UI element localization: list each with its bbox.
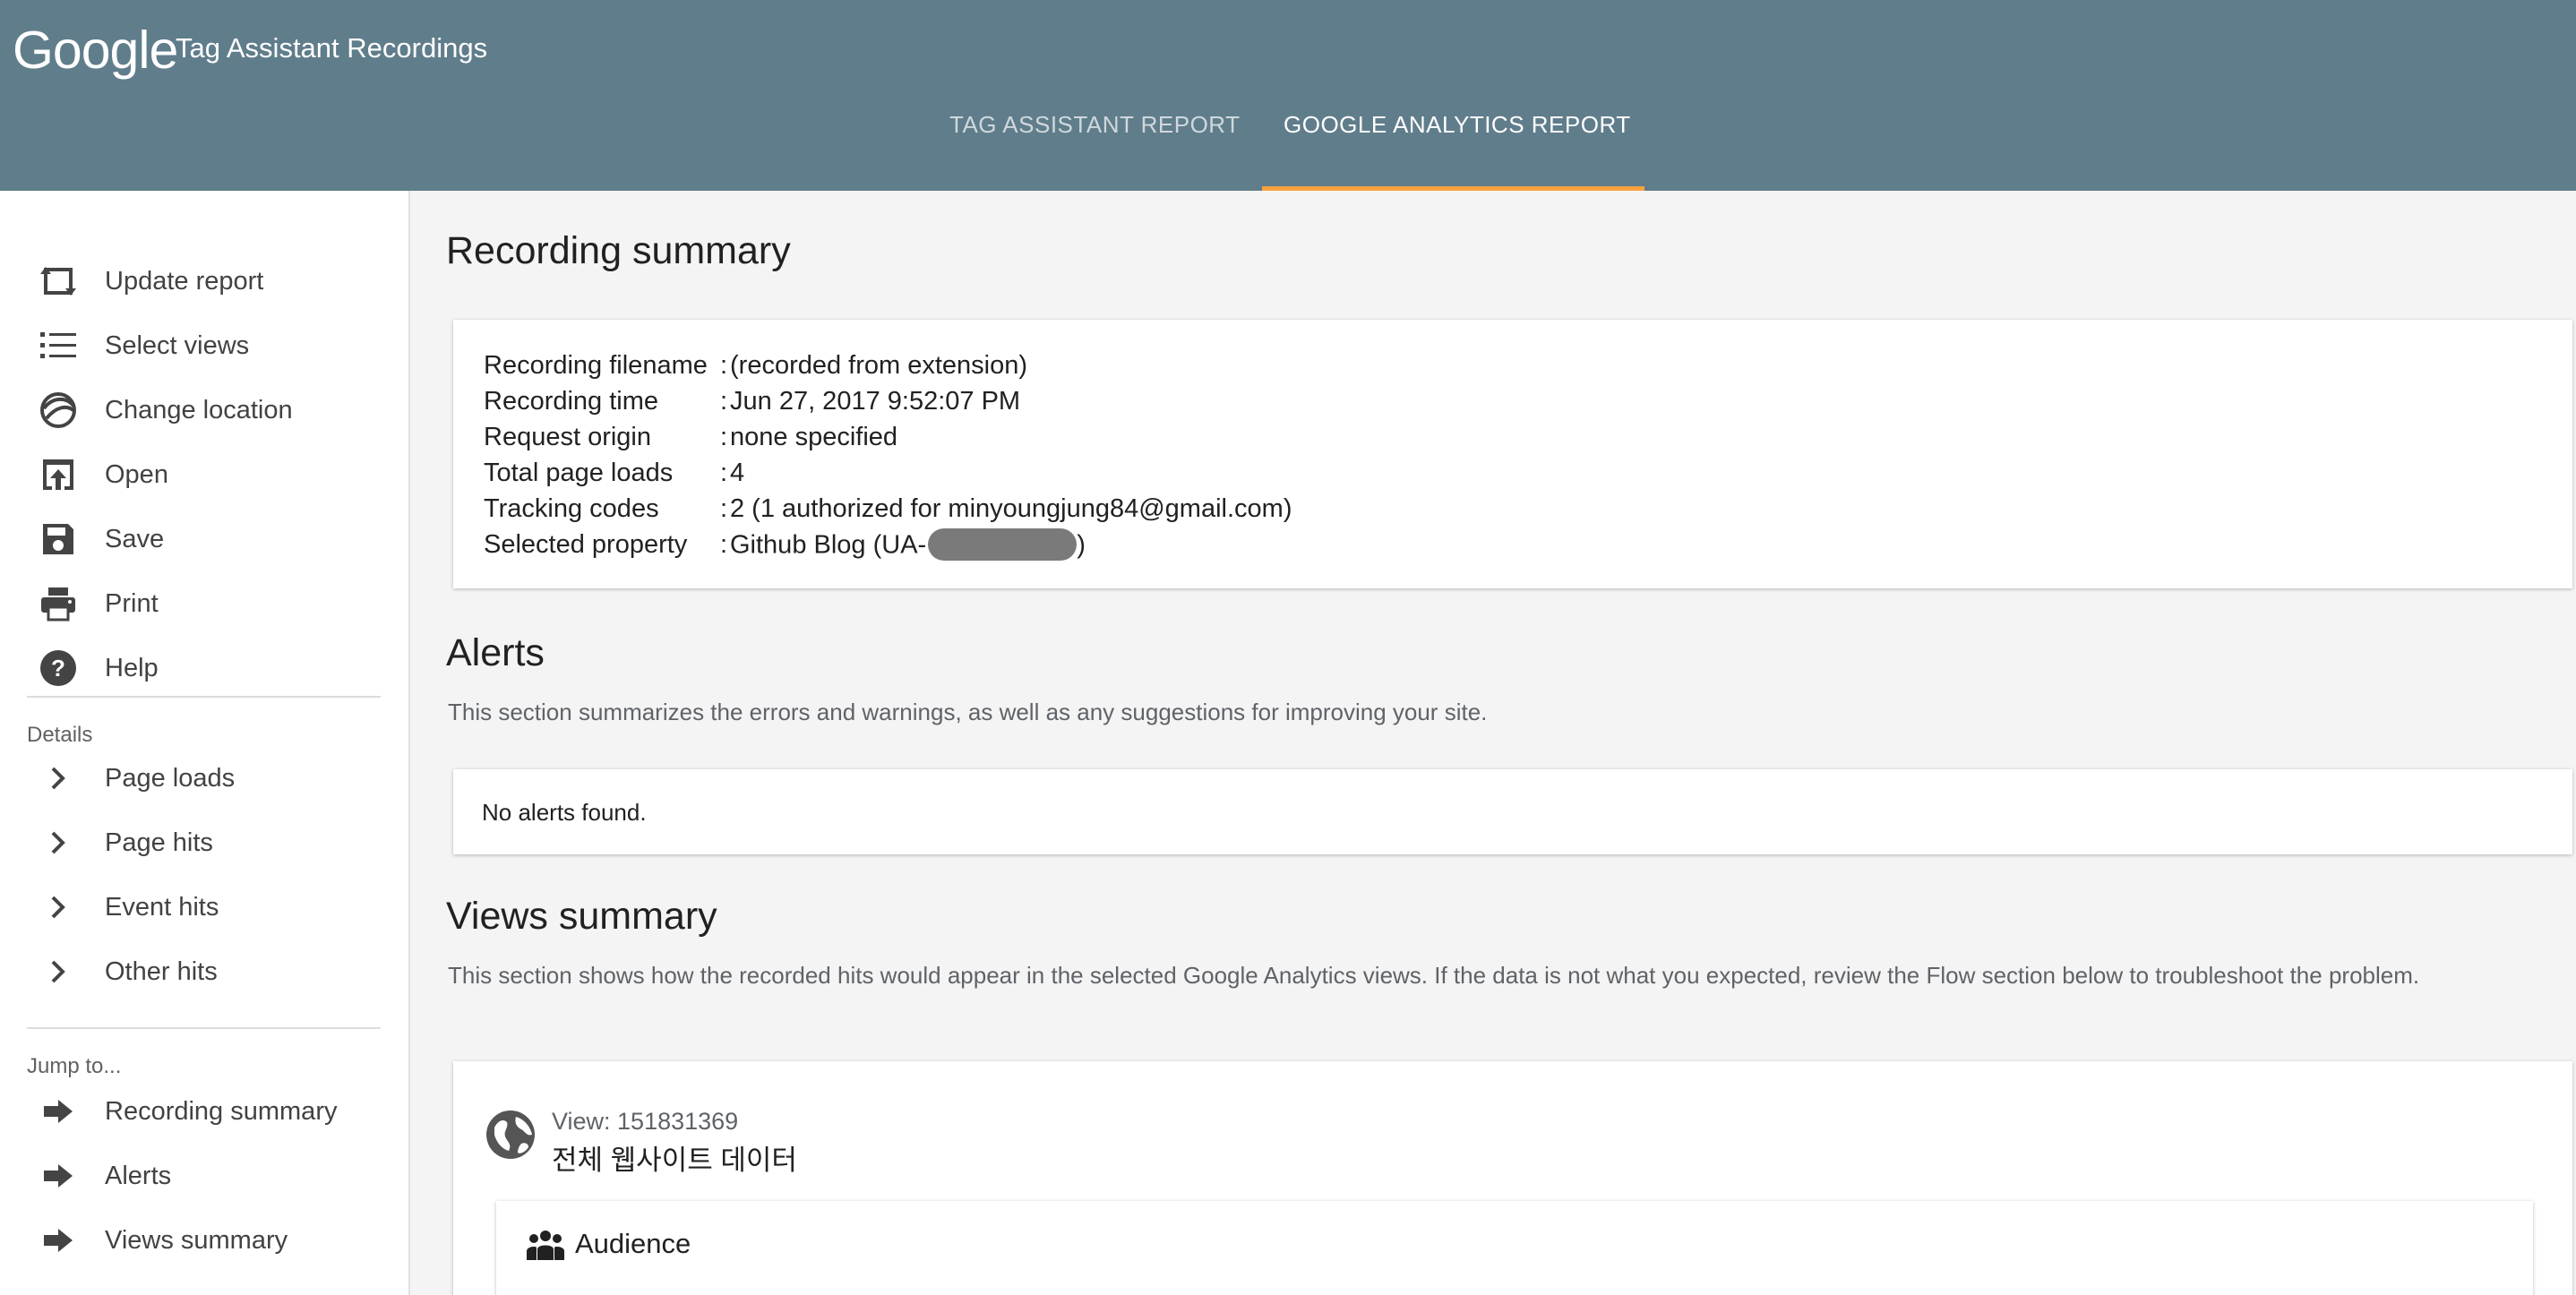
list-icon xyxy=(38,325,79,366)
page-loads-label: Page loads xyxy=(105,763,236,793)
sidebar-item-page-loads[interactable]: Page loads xyxy=(0,751,408,805)
summary-value: (recorded from extension) xyxy=(730,351,1028,380)
summary-value: 4 xyxy=(730,459,745,487)
jump-views-summary[interactable]: Views summary xyxy=(0,1214,408,1267)
sidebar-divider xyxy=(27,1027,381,1029)
summary-key: Tracking codes xyxy=(484,494,659,523)
update-report-label: Update report xyxy=(105,266,264,296)
tab-tag-assistant-report[interactable]: TAG ASSISTANT REPORT xyxy=(949,111,1240,139)
summary-value: Jun 27, 2017 9:52:07 PM xyxy=(730,387,1021,416)
open-label: Open xyxy=(105,459,168,489)
summary-value: none specified xyxy=(730,423,898,451)
summary-separator: : xyxy=(720,423,728,451)
no-alerts-message: No alerts found. xyxy=(482,799,647,826)
save-button[interactable]: Save xyxy=(0,512,408,566)
alerts-description: This section summarizes the errors and w… xyxy=(448,699,1488,725)
help-label: Help xyxy=(105,653,159,682)
sidebar-item-event-hits[interactable]: Event hits xyxy=(0,880,408,934)
sidebar-item-page-hits[interactable]: Page hits xyxy=(0,816,408,870)
details-section-label: Details xyxy=(27,723,93,747)
sidebar: Update report Select views Change locati… xyxy=(0,191,410,1295)
chevron-right-icon xyxy=(38,887,79,928)
recording-summary-title: Recording summary xyxy=(446,229,791,272)
globe-icon xyxy=(485,1110,536,1164)
event-hits-label: Event hits xyxy=(105,892,219,922)
summary-key: Request origin xyxy=(484,423,651,451)
print-label: Print xyxy=(105,588,159,618)
open-button[interactable]: Open xyxy=(0,448,408,502)
summary-value: 2 (1 authorized for minyoungjung84@gmail… xyxy=(730,494,1292,523)
summary-key: Recording filename xyxy=(484,351,708,380)
print-button[interactable]: Print xyxy=(0,577,408,630)
update-icon xyxy=(38,261,79,302)
summary-separator: : xyxy=(720,494,728,523)
property-suffix: ) xyxy=(1077,530,1086,560)
change-location-label: Change location xyxy=(105,395,293,425)
globe-icon xyxy=(38,390,79,431)
arrow-right-icon xyxy=(38,1220,79,1261)
app-header: Google Tag Assistant Recordings TAG ASSI… xyxy=(0,0,2576,191)
summary-value: Github Blog (UA-) xyxy=(730,528,1086,562)
arrow-right-icon xyxy=(38,1155,79,1196)
recording-summary-card: Recording filename : (recorded from exte… xyxy=(453,320,2572,588)
audience-icon xyxy=(527,1230,564,1265)
open-icon xyxy=(38,454,79,495)
change-location-button[interactable]: Change location xyxy=(0,383,408,437)
tab-google-analytics-report[interactable]: GOOGLE ANALYTICS REPORT xyxy=(1284,111,1631,139)
summary-separator: : xyxy=(720,351,728,380)
app-title: Tag Assistant Recordings xyxy=(176,32,488,64)
summary-separator: : xyxy=(720,530,728,559)
summary-key: Selected property xyxy=(484,530,688,559)
save-icon xyxy=(38,519,79,560)
select-views-button[interactable]: Select views xyxy=(0,319,408,373)
chevron-right-icon xyxy=(38,951,79,992)
save-label: Save xyxy=(105,524,165,553)
audience-title: Audience xyxy=(575,1228,691,1259)
chevron-right-icon xyxy=(38,758,79,799)
views-summary-title: Views summary xyxy=(446,895,717,938)
chevron-right-icon xyxy=(38,822,79,863)
print-icon xyxy=(38,583,79,624)
alerts-title: Alerts xyxy=(446,631,545,674)
jump-alerts[interactable]: Alerts xyxy=(0,1149,408,1203)
help-icon: ? xyxy=(38,648,79,689)
summary-key: Total page loads xyxy=(484,459,674,487)
jump-alerts-label: Alerts xyxy=(105,1161,172,1190)
arrow-right-icon xyxy=(38,1091,79,1132)
view-card: View: 151831369 전체 웹사이트 데이터 Audience xyxy=(453,1061,2572,1295)
view-id-label: View: 151831369 xyxy=(552,1108,739,1135)
sidebar-item-other-hits[interactable]: Other hits xyxy=(0,945,408,999)
jump-recording-summary-label: Recording summary xyxy=(105,1096,338,1126)
update-report-button[interactable]: Update report xyxy=(0,254,408,308)
views-summary-description: This section shows how the recorded hits… xyxy=(448,962,2420,989)
summary-separator: : xyxy=(720,387,728,416)
view-name: 전체 웹사이트 데이터 xyxy=(552,1145,797,1176)
summary-separator: : xyxy=(720,459,728,487)
help-button[interactable]: ? Help xyxy=(0,641,408,695)
redacted-tracking-id xyxy=(928,528,1078,561)
audience-card: Audience xyxy=(496,1201,2533,1295)
sidebar-divider xyxy=(27,696,381,698)
jump-section-label: Jump to... xyxy=(27,1054,122,1078)
main-content: Recording summary Recording filename : (… xyxy=(412,191,2576,1295)
other-hits-label: Other hits xyxy=(105,956,218,986)
jump-views-summary-label: Views summary xyxy=(105,1225,288,1255)
property-name: Github Blog (UA- xyxy=(730,530,927,560)
svg-text:?: ? xyxy=(51,655,65,682)
alerts-card: No alerts found. xyxy=(453,769,2572,854)
select-views-label: Select views xyxy=(105,330,250,360)
summary-key: Recording time xyxy=(484,387,659,416)
google-logo: Google xyxy=(13,21,178,80)
jump-recording-summary[interactable]: Recording summary xyxy=(0,1085,408,1138)
page-hits-label: Page hits xyxy=(105,828,213,857)
